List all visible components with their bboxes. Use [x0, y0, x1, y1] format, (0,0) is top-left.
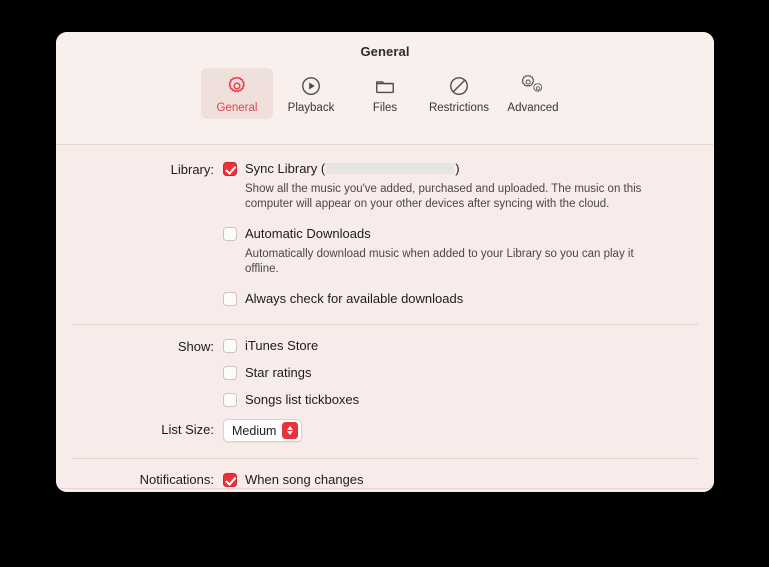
play-circle-icon: [300, 73, 322, 99]
always-check-downloads-option[interactable]: Always check for available downloads: [223, 291, 694, 307]
itunes-store-checkbox[interactable]: [223, 339, 237, 353]
list-size-label: List Size:: [161, 422, 214, 437]
tab-files[interactable]: Files: [349, 68, 421, 119]
tab-files-label: Files: [372, 102, 398, 114]
page-title: General: [360, 44, 410, 59]
when-song-changes-label: When song changes: [245, 472, 364, 487]
tab-restrictions[interactable]: Restrictions: [423, 68, 495, 119]
sync-library-help-text: Show all the music you've added, purchas…: [245, 183, 642, 210]
automatic-downloads-label: Automatic Downloads: [245, 226, 371, 241]
dialog-titlebar: General General Playback Files Restricti…: [56, 32, 714, 145]
tab-general-label: General: [216, 102, 258, 114]
notifications-row: Notifications: When song changes: [56, 459, 714, 488]
notifications-field: When song changes: [223, 472, 714, 488]
star-ratings-checkbox[interactable]: [223, 366, 237, 380]
tab-playback[interactable]: Playback: [275, 68, 347, 119]
tab-restrictions-label: Restrictions: [428, 102, 490, 114]
list-size-dropdown[interactable]: Medium: [223, 419, 303, 442]
when-song-changes-option[interactable]: When song changes: [223, 472, 694, 488]
songs-list-tickboxes-checkbox[interactable]: [223, 393, 237, 407]
redacted-account-name: [326, 163, 455, 174]
library-fields: Sync Library () Show all the music you'v…: [223, 161, 714, 307]
tab-general[interactable]: General: [201, 68, 273, 119]
folder-icon: [374, 73, 396, 99]
songs-list-tickboxes-label: Songs list tickboxes: [245, 392, 360, 407]
dialog-footer: ? Cancel OK: [56, 488, 714, 492]
sync-library-suffix: ): [455, 161, 460, 176]
preferences-content: Library: Sync Library () Show all the mu…: [56, 145, 714, 488]
automatic-downloads-checkbox[interactable]: [223, 227, 237, 241]
tab-advanced[interactable]: Advanced: [497, 68, 569, 119]
double-gear-icon: [521, 73, 545, 99]
no-entry-icon: [448, 73, 470, 99]
itunes-store-option[interactable]: iTunes Store: [223, 338, 694, 354]
show-fields: iTunes Store Star ratings Songs list tic…: [223, 338, 714, 408]
list-size-field: Medium: [223, 419, 714, 442]
always-check-downloads-label: Always check for available downloads: [245, 291, 464, 306]
tab-advanced-label: Advanced: [507, 102, 559, 114]
sync-library-option[interactable]: Sync Library (): [223, 161, 694, 177]
gear-icon: [226, 73, 248, 99]
list-size-value: Medium: [232, 423, 277, 438]
notifications-label: Notifications:: [139, 472, 214, 487]
when-song-changes-checkbox[interactable]: [223, 473, 237, 487]
list-size-row: List Size: Medium: [56, 408, 714, 442]
automatic-downloads-option[interactable]: Automatic Downloads: [223, 226, 694, 242]
automatic-downloads-help-text: Automatically download music when added …: [245, 248, 634, 275]
preferences-toolbar: General Playback Files Restrictions Adva…: [56, 68, 714, 119]
star-ratings-option[interactable]: Star ratings: [223, 365, 694, 381]
itunes-store-label: iTunes Store: [245, 338, 319, 353]
tab-playback-label: Playback: [287, 102, 335, 114]
sync-library-checkbox[interactable]: [223, 162, 237, 176]
preferences-dialog: General General Playback Files Restricti…: [56, 32, 714, 492]
chevron-updown-icon: [282, 422, 299, 439]
star-ratings-label: Star ratings: [245, 365, 312, 380]
sync-library-prefix: Sync Library (: [245, 161, 326, 176]
library-row: Library: Sync Library () Show all the mu…: [56, 145, 714, 307]
show-label: Show:: [177, 339, 214, 354]
songs-list-tickboxes-option[interactable]: Songs list tickboxes: [223, 392, 694, 408]
show-row: Show: iTunes Store Star ratings Songs li…: [56, 325, 714, 408]
library-label: Library:: [170, 162, 214, 177]
sync-library-label: Sync Library (): [245, 161, 460, 177]
always-check-downloads-checkbox[interactable]: [223, 292, 237, 306]
